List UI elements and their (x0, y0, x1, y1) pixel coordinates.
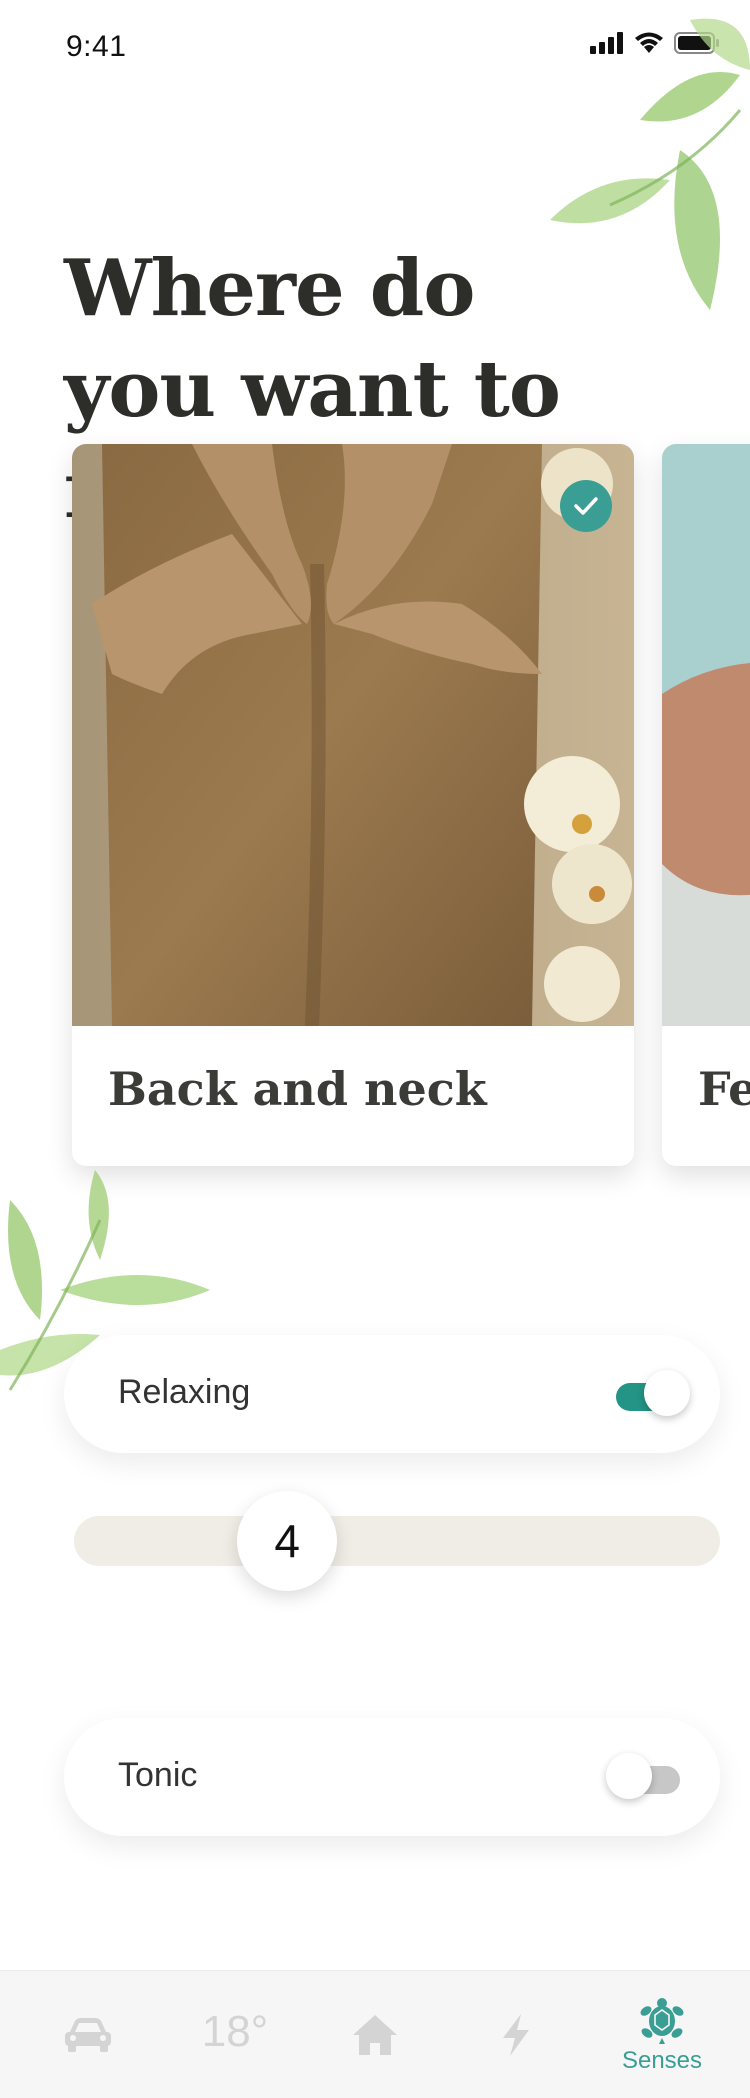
intensity-slider-knob[interactable]: 4 (237, 1491, 338, 1591)
area-card-feet[interactable]: Fe (662, 444, 750, 1166)
relaxing-setting-row: Relaxing (64, 1335, 720, 1453)
turtle-icon (640, 1998, 684, 2044)
screen: 9:41 Where do you want to Back and neck … (0, 0, 750, 2098)
tonic-toggle[interactable] (606, 1753, 690, 1799)
tab-temperature[interactable]: 18° (190, 1971, 280, 2098)
senses-label: Senses (621, 2047, 703, 2074)
tonic-label: Tonic (118, 1756, 198, 1794)
tab-home[interactable] (350, 1971, 400, 2098)
tab-senses[interactable]: Senses (612, 1971, 712, 2098)
card-label: Fe (698, 1062, 750, 1116)
car-icon (65, 2018, 111, 2052)
tab-energy[interactable] (496, 1971, 536, 2098)
area-card-back-and-neck[interactable]: Back and neck (72, 444, 634, 1166)
home-icon (353, 2015, 397, 2055)
tab-car[interactable] (58, 1971, 118, 2098)
tonic-setting-row: Tonic (64, 1718, 720, 1836)
card-label: Back and neck (108, 1062, 487, 1116)
selected-check-icon (560, 480, 612, 532)
status-time: 9:41 (66, 30, 127, 63)
bottom-tab-bar: 18° Senses (0, 1970, 750, 2098)
back-massage-image (72, 444, 634, 1026)
bolt-icon (503, 2014, 529, 2056)
relaxing-toggle[interactable] (606, 1370, 690, 1416)
temperature-label: 18° (201, 2007, 269, 2056)
relaxing-label: Relaxing (118, 1373, 251, 1411)
intensity-slider-track[interactable] (74, 1516, 720, 1566)
feet-image (662, 444, 750, 1026)
